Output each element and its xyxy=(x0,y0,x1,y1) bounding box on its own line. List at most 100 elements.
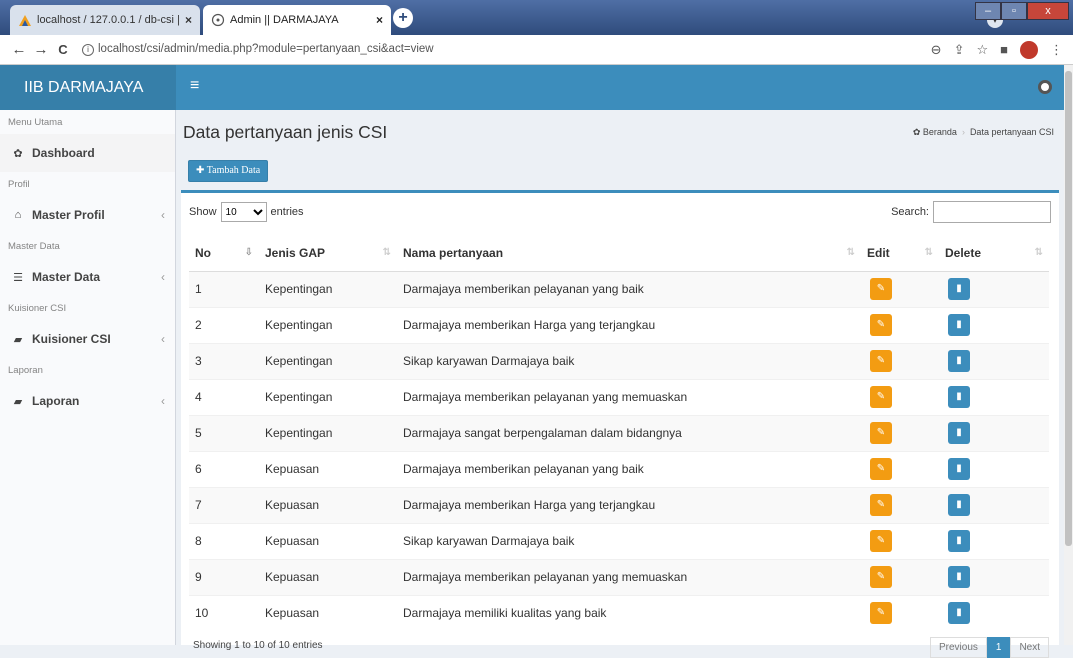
delete-button[interactable]: ▮ xyxy=(948,278,970,300)
edit-button[interactable]: ✎ xyxy=(870,278,892,300)
share-icon[interactable]: ⇪ xyxy=(954,42,965,58)
cell-no: 6 xyxy=(189,450,259,487)
column-header-nama-pertanyaan[interactable]: Nama pertanyaan ⇅ xyxy=(397,235,861,272)
column-header-jenis-gap[interactable]: Jenis GAP ⇅ xyxy=(259,235,397,272)
edit-button[interactable]: ✎ xyxy=(870,566,892,588)
pagination-page[interactable]: 1 xyxy=(986,637,1011,658)
top-navbar: ≡ xyxy=(176,65,1064,110)
profile-avatar[interactable] xyxy=(1020,40,1038,59)
edit-button[interactable]: ✎ xyxy=(870,458,892,480)
delete-button[interactable]: ▮ xyxy=(948,386,970,408)
cell-no: 7 xyxy=(189,486,259,523)
sidebar-item-kuisioner-csi[interactable]: ▰ Kuisioner CSI ‹ xyxy=(0,320,175,358)
app-logo[interactable]: IIB DARMAJAYA xyxy=(0,65,176,110)
sidebar-item-master-data[interactable]: ☰ Master Data ‹ xyxy=(0,258,175,296)
delete-button[interactable]: ▮ xyxy=(948,314,970,336)
sort-icon: ⇅ xyxy=(846,247,855,258)
tab-phpmyadmin[interactable]: localhost / 127.0.0.1 / db-csi | ph × xyxy=(10,5,200,35)
search-input[interactable] xyxy=(933,201,1051,223)
cell-jenis-gap: Kepuasan xyxy=(259,594,397,631)
cell-pertanyaan: Darmajaya memberikan pelayanan yang baik xyxy=(397,270,861,307)
cell-pertanyaan: Darmajaya memberikan Harga yang terjangk… xyxy=(397,486,861,523)
book-icon: ▰ xyxy=(13,333,23,346)
column-header-delete[interactable]: Delete ⇅ xyxy=(939,235,1049,272)
sidebar-header: Kuisioner CSI xyxy=(8,303,67,314)
table-info: Showing 1 to 10 of 10 entries xyxy=(193,640,323,651)
delete-button[interactable]: ▮ xyxy=(948,602,970,625)
breadcrumb: ✿ Beranda › Data pertanyaan CSI xyxy=(913,127,1054,138)
cell-no: 8 xyxy=(189,522,259,559)
url-field[interactable]: i localhost/csi/admin/media.php?module=pe… xyxy=(82,43,931,56)
chevron-left-icon: ‹ xyxy=(161,208,165,222)
delete-button[interactable]: ▮ xyxy=(948,566,970,588)
zoom-icon[interactable]: ⊖ xyxy=(931,42,942,58)
chevron-left-icon: ‹ xyxy=(161,332,165,346)
sidebar-header: Master Data xyxy=(8,241,60,252)
pagination-next[interactable]: Next xyxy=(1010,637,1049,658)
column-header-no[interactable]: No ⇩ xyxy=(189,235,259,272)
delete-button[interactable]: ▮ xyxy=(948,350,970,372)
column-header-edit[interactable]: Edit ⇅ xyxy=(861,235,939,272)
breadcrumb-home[interactable]: Beranda xyxy=(923,127,957,137)
edit-button[interactable]: ✎ xyxy=(870,494,892,516)
edit-button[interactable]: ✎ xyxy=(870,602,892,625)
sort-icon: ⇅ xyxy=(1034,247,1043,258)
add-data-button[interactable]: ✚ Tambah Data xyxy=(188,160,269,182)
delete-button[interactable]: ▮ xyxy=(948,458,970,480)
new-tab-button[interactable]: + xyxy=(393,8,413,28)
minimize-button[interactable]: – xyxy=(975,2,1001,20)
table-row: 8 Kepuasan Sikap karyawan Darmajaya baik… xyxy=(189,522,1049,559)
book-icon: ▰ xyxy=(13,395,23,408)
globe-icon xyxy=(211,13,225,27)
phpmyadmin-icon xyxy=(18,13,32,27)
delete-button[interactable]: ▮ xyxy=(948,494,970,516)
table-row: 5 Kepentingan Darmajaya sangat berpengal… xyxy=(189,414,1049,451)
back-icon[interactable]: ← xyxy=(8,41,30,58)
edit-button[interactable]: ✎ xyxy=(870,314,892,336)
page-title: Data pertanyaan jenis CSI xyxy=(183,122,388,142)
sidebar-item-master-profil[interactable]: ⌂ Master Profil ‹ xyxy=(0,196,175,234)
cell-no: 3 xyxy=(189,342,259,379)
info-icon[interactable]: i xyxy=(82,44,94,56)
more-menu-icon[interactable]: ⋮ xyxy=(1050,42,1063,58)
scrollbar-thumb[interactable] xyxy=(1065,71,1072,546)
maximize-button[interactable]: ▫ xyxy=(1001,2,1027,20)
entries-select[interactable]: 10 xyxy=(220,202,267,222)
pagination-previous[interactable]: Previous xyxy=(929,637,987,658)
address-bar: ← → C i localhost/csi/admin/media.php?mod… xyxy=(0,35,1073,65)
reload-icon[interactable]: C xyxy=(52,42,74,57)
star-icon[interactable]: ☆ xyxy=(976,42,988,58)
cell-pertanyaan: Darmajaya memberikan pelayanan yang baik xyxy=(397,450,861,487)
page-scrollbar[interactable] xyxy=(1064,65,1073,645)
tab-close-icon[interactable]: × xyxy=(185,13,192,27)
sort-icon: ⇅ xyxy=(924,247,933,258)
edit-button[interactable]: ✎ xyxy=(870,350,892,372)
tab-close-icon[interactable]: × xyxy=(376,13,383,27)
cell-no: 10 xyxy=(189,594,259,631)
main-content: Data pertanyaan jenis CSI ✿ Beranda › Data… xyxy=(176,110,1064,658)
sidebar: Menu Utama ✿ Dashboard Profil ⌂ Master P… xyxy=(0,110,176,645)
sidebar-item-dashboard[interactable]: ✿ Dashboard xyxy=(0,134,175,172)
sidebar-item-laporan[interactable]: ▰ Laporan ‹ xyxy=(0,382,175,420)
sidebar-item-label: Master Data xyxy=(32,270,101,284)
edit-button[interactable]: ✎ xyxy=(870,386,892,408)
edit-button[interactable]: ✎ xyxy=(870,530,892,552)
user-menu-icon[interactable] xyxy=(1038,80,1052,94)
table-row: 2 Kepentingan Darmajaya memberikan Harga… xyxy=(189,306,1049,343)
sidebar-toggle-icon[interactable]: ≡ xyxy=(190,77,199,95)
database-icon: ☰ xyxy=(13,271,23,284)
chevron-left-icon: ‹ xyxy=(161,394,165,408)
app-header: IIB DARMAJAYA ≡ xyxy=(0,65,1064,110)
browser-actions: ⊖ ⇪ ☆ ■ ⋮ xyxy=(931,40,1073,59)
forward-icon[interactable]: → xyxy=(30,41,52,58)
window-close-button[interactable]: x xyxy=(1027,2,1069,20)
delete-button[interactable]: ▮ xyxy=(948,422,970,444)
cell-pertanyaan: Darmajaya memberikan pelayanan yang memu… xyxy=(397,378,861,415)
chevron-left-icon: ‹ xyxy=(161,270,165,284)
delete-button[interactable]: ▮ xyxy=(948,530,970,552)
table-header-row: No ⇩ Jenis GAP ⇅ Nama pertanyaan ⇅ Edit ⇅ De… xyxy=(189,235,1049,272)
cell-pertanyaan: Darmajaya memberikan Harga yang terjangk… xyxy=(397,306,861,343)
sidepanel-icon[interactable]: ■ xyxy=(1000,42,1008,57)
tab-admin[interactable]: Admin || DARMAJAYA × xyxy=(203,5,391,35)
edit-button[interactable]: ✎ xyxy=(870,422,892,444)
